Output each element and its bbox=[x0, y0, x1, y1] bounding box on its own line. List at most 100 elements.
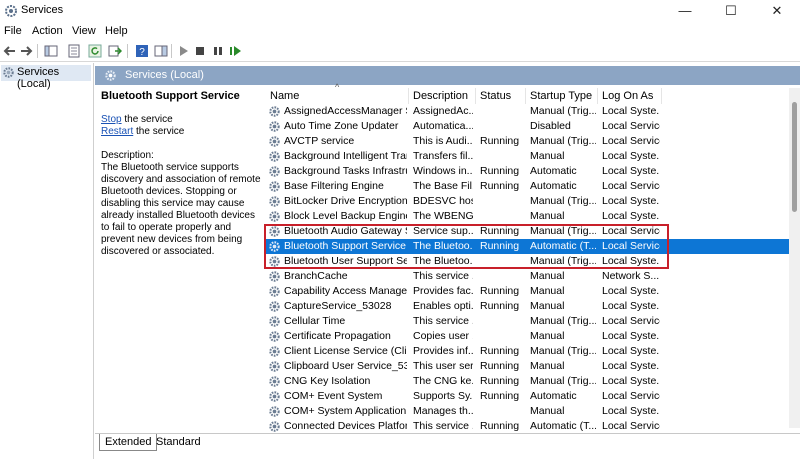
export-list-icon[interactable] bbox=[108, 44, 122, 58]
column-header-name[interactable]: Name bbox=[270, 90, 299, 102]
table-row[interactable]: BitLocker Drive Encryption ... BDESVC hos… bbox=[265, 194, 790, 209]
column-header-startup-type[interactable]: Startup Type bbox=[530, 90, 592, 102]
cell-startup-type: Disabled bbox=[530, 120, 571, 132]
cell-startup-type: Manual bbox=[530, 330, 565, 342]
table-row[interactable]: CNG Key Isolation The CNG ke... Running Man… bbox=[265, 374, 790, 389]
table-row[interactable]: Background Tasks Infrastruc... Windows in… bbox=[265, 164, 790, 179]
table-row[interactable]: CaptureService_53028 Enables opti... Runni… bbox=[265, 299, 790, 314]
services-app-icon bbox=[5, 5, 17, 17]
cell-name: BitLocker Drive Encryption ... bbox=[284, 195, 407, 207]
cell-status: Running bbox=[480, 285, 520, 297]
table-row[interactable]: Capability Access Manager ... Provides fa… bbox=[265, 284, 790, 299]
cell-description: The WBENG... bbox=[413, 210, 473, 222]
column-divider[interactable] bbox=[525, 88, 526, 104]
cell-startup-type: Automatic (T... bbox=[530, 420, 596, 432]
cell-status: Running bbox=[480, 375, 520, 387]
column-header-description[interactable]: Description bbox=[413, 90, 468, 102]
menu-view[interactable]: View bbox=[72, 25, 96, 37]
service-gear-icon bbox=[269, 106, 280, 117]
toolbar-separator bbox=[171, 44, 172, 58]
cell-status: Running bbox=[480, 300, 520, 312]
properties-list-icon[interactable] bbox=[67, 44, 81, 58]
sort-ascending-icon: ^ bbox=[335, 82, 340, 92]
stop-service-link[interactable]: Stop bbox=[101, 114, 122, 125]
table-row[interactable]: Certificate Propagation Copies user ... Ma… bbox=[265, 329, 790, 344]
table-row[interactable]: Auto Time Zone Updater Automatica... Disab… bbox=[265, 119, 790, 134]
menu-help[interactable]: Help bbox=[105, 25, 128, 37]
tab-standard[interactable]: Standard bbox=[151, 434, 206, 450]
toolbar-separator bbox=[37, 44, 38, 58]
table-row[interactable]: COM+ Event System Supports Sy... Running Au… bbox=[265, 389, 790, 404]
services-list: AssignedAccessManager Se... AssignedAc...… bbox=[265, 104, 790, 434]
column-divider[interactable] bbox=[597, 88, 598, 104]
restart-service-icon[interactable] bbox=[228, 44, 242, 58]
cell-name: COM+ Event System bbox=[284, 390, 383, 402]
cell-name: Cellular Time bbox=[284, 315, 346, 327]
cell-name: Background Intelligent Tran... bbox=[284, 150, 407, 162]
scrollbar-thumb[interactable] bbox=[792, 102, 797, 212]
table-row[interactable]: Client License Service (ClipS... Provides… bbox=[265, 344, 790, 359]
start-service-icon[interactable] bbox=[176, 44, 190, 58]
minimize-button[interactable]: — bbox=[662, 0, 708, 22]
restart-service-link[interactable]: Restart bbox=[101, 126, 133, 137]
cell-log-on-as: Local Service bbox=[602, 135, 660, 147]
column-header-log-on-as[interactable]: Log On As bbox=[602, 90, 653, 102]
table-row[interactable]: BranchCache This service ... Manual Network… bbox=[265, 269, 790, 284]
help-icon[interactable]: ? bbox=[135, 44, 149, 58]
tab-extended[interactable]: Extended bbox=[99, 434, 158, 451]
cell-name: Clipboard User Service_53028 bbox=[284, 360, 407, 372]
cell-log-on-as: Local Syste... bbox=[602, 330, 660, 342]
description-label: Description: bbox=[101, 150, 154, 161]
cell-status: Running bbox=[480, 345, 520, 357]
tree-node-services-local[interactable]: Services (Local) bbox=[1, 65, 91, 90]
menu-file[interactable]: File bbox=[4, 25, 22, 37]
table-row[interactable]: Connected Devices Platfor... This service… bbox=[265, 419, 790, 434]
table-row[interactable]: Clipboard User Service_53028 This user se… bbox=[265, 359, 790, 374]
stop-service-icon[interactable] bbox=[193, 44, 207, 58]
forward-arrow-icon[interactable] bbox=[19, 44, 33, 58]
column-divider[interactable] bbox=[475, 88, 476, 104]
panel-header: Services (Local) bbox=[95, 66, 800, 85]
cell-log-on-as: Local Syste... bbox=[602, 405, 660, 417]
cell-startup-type: Manual (Trig... bbox=[530, 135, 596, 147]
menu-action[interactable]: Action bbox=[32, 25, 63, 37]
cell-startup-type: Manual bbox=[530, 270, 565, 282]
table-row[interactable]: Block Level Backup Engine ... The WBENG..… bbox=[265, 209, 790, 224]
cell-startup-type: Manual (Trig... bbox=[530, 105, 596, 117]
table-row[interactable]: Background Intelligent Tran... Transfers … bbox=[265, 149, 790, 164]
cell-name: Base Filtering Engine bbox=[284, 180, 384, 192]
cell-log-on-as: Local Syste... bbox=[602, 285, 660, 297]
show-hide-action-pane-icon[interactable] bbox=[154, 44, 168, 58]
table-row[interactable]: Base Filtering Engine The Base Fil... Runn… bbox=[265, 179, 790, 194]
cell-log-on-as: Local Service bbox=[602, 120, 660, 132]
menu-bar: File Action View Help bbox=[0, 23, 800, 41]
table-row[interactable]: Cellular Time This service ... Manual (Tri… bbox=[265, 314, 790, 329]
restart-link-suffix: the service bbox=[133, 126, 185, 137]
cell-startup-type: Automatic bbox=[530, 390, 577, 402]
cell-name: AVCTP service bbox=[284, 135, 355, 147]
vertical-scrollbar[interactable] bbox=[789, 88, 800, 428]
column-divider[interactable] bbox=[408, 88, 409, 104]
column-header-status[interactable]: Status bbox=[480, 90, 511, 102]
cell-startup-type: Manual bbox=[530, 210, 565, 222]
cell-name: Certificate Propagation bbox=[284, 330, 391, 342]
cell-name: CaptureService_53028 bbox=[284, 300, 392, 312]
table-row[interactable]: AssignedAccessManager Se... AssignedAc...… bbox=[265, 104, 790, 119]
column-divider[interactable] bbox=[661, 88, 662, 104]
service-gear-icon bbox=[269, 421, 280, 432]
maximize-button[interactable]: ☐ bbox=[708, 0, 754, 22]
cell-startup-type: Manual bbox=[530, 150, 565, 162]
refresh-icon[interactable] bbox=[88, 44, 102, 58]
close-button[interactable]: ✕ bbox=[754, 0, 800, 22]
cell-name: Connected Devices Platfor... bbox=[284, 420, 407, 432]
pause-service-icon[interactable] bbox=[211, 44, 225, 58]
service-gear-icon bbox=[269, 391, 280, 402]
cell-log-on-as: Local Service bbox=[602, 420, 660, 432]
back-arrow-icon[interactable] bbox=[3, 44, 17, 58]
table-row[interactable]: COM+ System Application Manages th... Manu… bbox=[265, 404, 790, 419]
service-gear-icon bbox=[269, 166, 280, 177]
cell-status: Running bbox=[480, 165, 520, 177]
console-tree-icon[interactable] bbox=[44, 44, 58, 58]
description-text: The Bluetooth service supports discovery… bbox=[101, 162, 261, 257]
table-row[interactable]: AVCTP service This is Audi... Running Manua… bbox=[265, 134, 790, 149]
